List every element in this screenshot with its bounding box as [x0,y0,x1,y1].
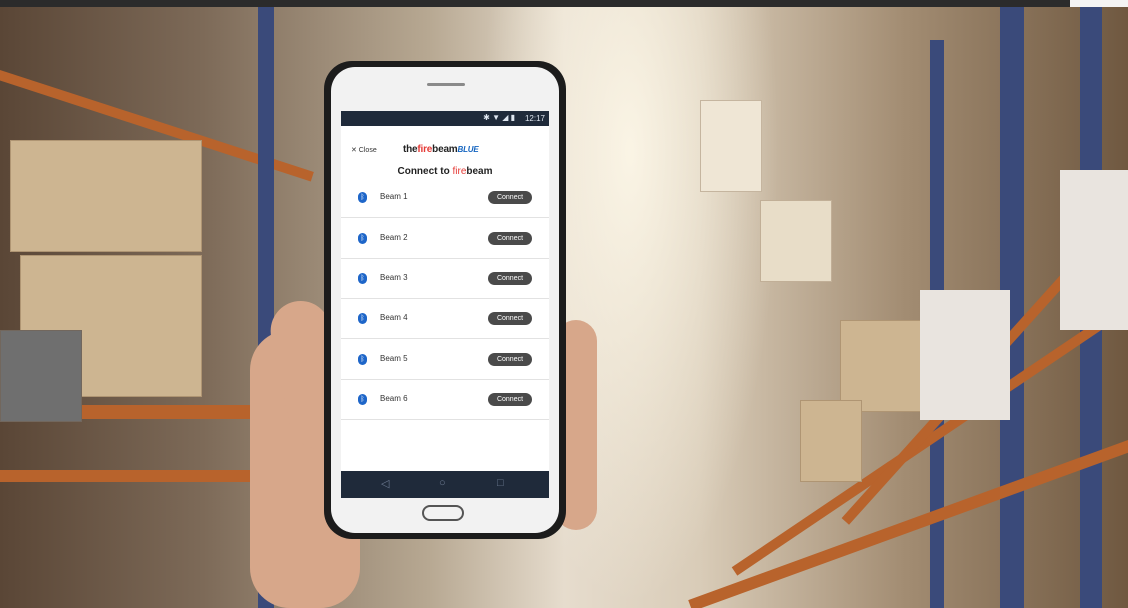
status-icons: ✱ ▼ ◢ ▮ [483,113,515,122]
top-bar-corner [1070,0,1128,7]
top-bar [0,0,1070,7]
android-nav-bar: ◁ ○ □ [341,471,549,498]
device-row-1: ᛒ Beam 1 Connect [341,177,549,218]
brand-beam: beam [432,144,458,155]
right-box [800,400,862,482]
status-time: 12:17 [524,114,545,123]
device-name: Beam 1 [380,192,408,201]
close-button[interactable]: ✕ Close [351,146,377,154]
brand-pre: the [403,144,418,155]
title-beam: beam [466,166,493,177]
bluetooth-icon: ᛒ [358,273,367,284]
right-wrapped-pallet [920,290,1010,420]
status-bar: ✱ ▼ ◢ ▮ 12:17 [341,111,549,126]
device-row-4: ᛒ Beam 4 Connect [341,298,549,339]
device-row-6: ᛒ Beam 6 Connect [341,379,549,420]
device-row-3: ᛒ Beam 3 Connect [341,258,549,299]
connect-button[interactable]: Connect [488,393,532,406]
device-row-2: ᛒ Beam 2 Connect [341,218,549,259]
bluetooth-icon: ᛒ [358,394,367,405]
home-icon[interactable]: ○ [439,477,446,489]
title-fire: fire [452,166,467,177]
right-box [760,200,832,282]
device-row-5: ᛒ Beam 5 Connect [341,339,549,380]
device-name: Beam 6 [380,394,408,403]
left-shelf-beam-bottom [0,470,250,482]
phone-speaker [427,83,465,86]
device-name: Beam 5 [380,354,408,363]
device-name: Beam 4 [380,313,408,322]
connect-button[interactable]: Connect [488,272,532,285]
right-wrapped-pallet [1060,170,1128,330]
title-text: Connect to [397,166,453,177]
left-pallet [0,330,82,422]
bluetooth-icon: ᛒ [358,192,367,203]
brand-fire: fire [417,144,433,155]
page-title: Connect to firebeam [341,166,549,177]
recent-apps-icon[interactable]: □ [497,477,504,489]
device-name: Beam 3 [380,273,408,282]
connect-button[interactable]: Connect [488,191,532,204]
phone-screen: ✱ ▼ ◢ ▮ 12:17 ✕ Close thefirebeamBLUE Co… [341,111,549,498]
connect-button[interactable]: Connect [488,312,532,325]
connect-button[interactable]: Connect [488,232,532,245]
bluetooth-icon: ᛒ [358,354,367,365]
brand-logo: thefirebeamBLUE [403,144,479,155]
left-box [10,140,202,252]
bluetooth-icon: ᛒ [358,233,367,244]
right-box [700,100,762,192]
brand-blue: BLUE [457,145,479,154]
device-name: Beam 2 [380,233,408,242]
bluetooth-icon: ᛒ [358,313,367,324]
back-icon[interactable]: ◁ [381,477,389,490]
phone-home-button[interactable] [422,505,464,521]
right-box [840,320,932,412]
connect-button[interactable]: Connect [488,353,532,366]
